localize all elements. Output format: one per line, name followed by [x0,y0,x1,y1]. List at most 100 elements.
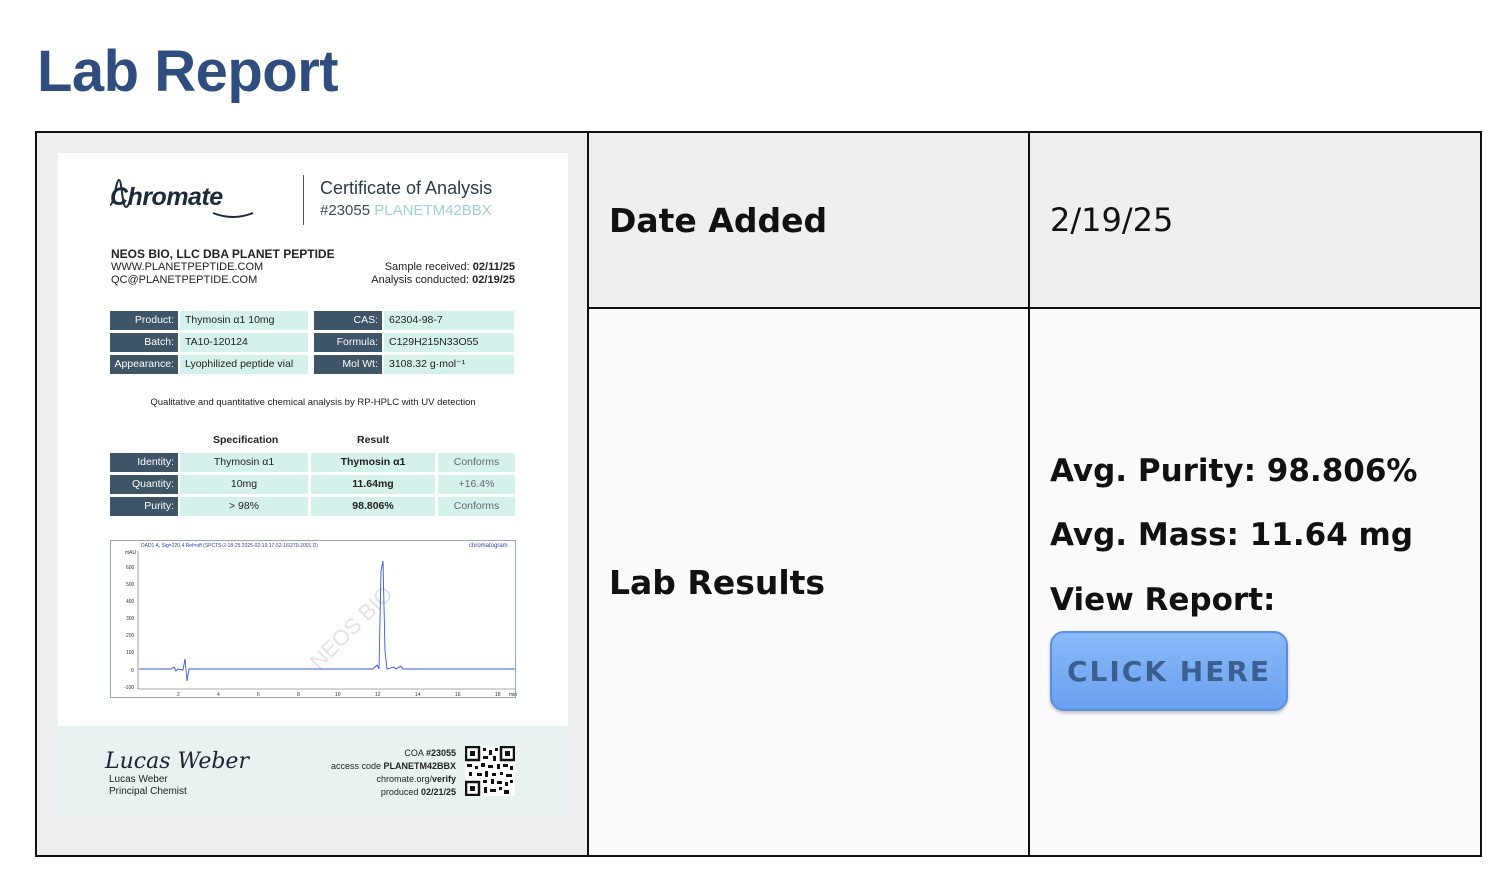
chrom-ytick: -100 [124,685,134,691]
chrom-xtick: 18 [495,692,501,698]
result-header: Result [357,434,390,446]
coa-number: #23055 PLANETM42BBX [320,202,492,219]
date-added-value: 2/19/25 [1030,133,1480,309]
date-added-label: Date Added [589,133,1030,309]
chrom-xtick: 2 [177,692,180,698]
field-key: Mol Wt: [314,355,382,374]
spec-value: Thymosin α1 [180,453,308,472]
field-appearance: Appearance: Lyophilized peptide vial [110,355,308,374]
chrom-xtick: 8 [297,692,300,698]
chrom-xtick: 10 [335,692,341,698]
chrom-ytick: 200 [126,633,135,639]
chrom-x-unit: min [509,692,517,698]
analysis-label: Analysis conducted: [371,274,470,286]
chrom-xtick: 16 [455,692,461,698]
page-title: Lab Report [37,39,339,104]
footer-verify-prefix: chromate.org/ [376,774,432,784]
qr-code-icon [465,746,515,796]
spec-row-quantity: Quantity: 10mg 11.64mg +16.4% [110,475,515,494]
spec-status: Conforms [438,497,515,516]
sample-received-label: Sample received: [384,261,470,273]
field-formula: Formula: C129H215N33O55 [314,333,514,352]
lab-results-label: Lab Results [589,309,1030,855]
view-report-label: View Report: [1050,582,1276,618]
lab-results-value: Avg. Purity: 98.806% Avg. Mass: 11.64 mg… [1030,309,1480,855]
field-cas: CAS: 62304-98-7 [314,311,514,330]
spec-result: 98.806% [311,497,435,516]
field-key: Product: [110,311,178,330]
footer-access-code: PLANETM42BBX [383,761,456,771]
footer-coa: COA #23055 [404,748,456,758]
signature: Lucas Weber [105,749,249,774]
spec-status: +16.4% [438,475,515,494]
lab-report-table: Chromate Certificate of Analysis #23055 … [35,131,1482,857]
certificate-of-analysis: Chromate Certificate of Analysis #23055 … [58,153,568,816]
field-value: Thymosin α1 10mg [180,311,308,330]
chrom-xtick: 12 [375,692,381,698]
footer-produced-date: 02/21/25 [420,787,456,797]
spec-result: Thymosin α1 [311,453,435,472]
field-value: 62304-98-7 [384,311,514,330]
coa-title: Certificate of Analysis [320,178,493,198]
field-product: Product: Thymosin α1 10mg [110,311,308,330]
chrom-title: DAD1 A, Sig=220,4 Ref=off (SPCTS-2-18-25… [141,543,318,549]
field-key: Formula: [314,333,382,352]
footer-coa-num: #23055 [425,748,456,758]
sample-received-date: 02/11/25 [472,261,515,273]
header-divider [303,175,304,225]
signer-name: Lucas Weber [109,774,168,785]
chrom-ytick: 0 [131,668,134,674]
chrom-y-unit: mAU [125,550,137,556]
chrom-ytick: 500 [126,582,135,588]
chrom-ytick: 300 [126,616,135,622]
field-value: TA10-120124 [180,333,308,352]
footer-access: access code PLANETM42BBX [331,761,456,771]
spec-key: Purity: [110,497,178,516]
footer-verify: chromate.org/verify [376,774,456,784]
avg-mass: Avg. Mass: 11.64 mg [1050,517,1414,553]
chrom-xtick: 4 [217,692,220,698]
company-website: WWW.PLANETPEPTIDE.COM [111,261,264,273]
spec-value: > 98% [180,497,308,516]
avg-purity: Avg. Purity: 98.806% [1050,453,1418,489]
footer-coa-label: COA [404,748,424,758]
spec-row-purity: Purity: > 98% 98.806% Conforms [110,497,515,516]
analysis-date: 02/19/25 [472,274,515,286]
sample-received: Sample received: 02/11/25 [385,261,515,273]
field-key: Batch: [110,333,178,352]
field-key: CAS: [314,311,382,330]
brand-name: Chromate [110,183,223,211]
company-name: NEOS BIO, LLC DBA PLANET PEPTIDE [111,247,335,261]
signer-title: Principal Chemist [109,786,187,797]
chrom-tag: chromatogram [469,543,508,549]
footer-produced-label: produced [380,787,419,797]
method-description: Qualitative and quantitative chemical an… [150,397,476,408]
spec-row-identity: Identity: Thymosin α1 Thymosin α1 Confor… [110,453,515,472]
spec-result: 11.64mg [311,475,435,494]
chromatogram: DAD1 A, Sig=220,4 Ref=off (SPCTS-2-18-25… [110,540,517,698]
spec-key: Identity: [110,453,178,472]
coa-code: PLANETM42BBX [374,202,492,219]
field-value: C129H215N33O55 [384,333,514,352]
footer-access-label: access code [330,761,381,771]
footer-produced: produced 02/21/25 [381,787,456,797]
footer-verify-path: verify [431,774,456,784]
chrom-xtick: 6 [257,692,260,698]
chromatogram-plot: DAD1 A, Sig=220,4 Ref=off (SPCTS-2-18-25… [124,543,517,698]
spec-key: Quantity: [110,475,178,494]
chrom-ytick: 600 [126,565,135,571]
spec-status: Conforms [438,453,515,472]
spec-header: Specification [213,434,279,446]
chrom-ytick: 100 [126,650,135,656]
chrom-ytick: 400 [126,599,135,605]
analysis-conducted: Analysis conducted: 02/19/25 [371,274,515,286]
field-batch: Batch: TA10-120124 [110,333,308,352]
field-mol-wt: Mol Wt: 3108.32 g·mol⁻¹ [314,355,514,374]
coa-image-cell: Chromate Certificate of Analysis #23055 … [37,133,589,855]
field-value: Lyophilized peptide vial [180,355,308,374]
company-email: QC@PLANETPEPTIDE.COM [111,274,258,286]
field-value: 3108.32 g·mol⁻¹ [384,355,514,374]
chrom-xtick: 14 [415,692,421,698]
view-report-button[interactable]: CLICK HERE [1050,631,1288,711]
field-key: Appearance: [110,355,178,374]
